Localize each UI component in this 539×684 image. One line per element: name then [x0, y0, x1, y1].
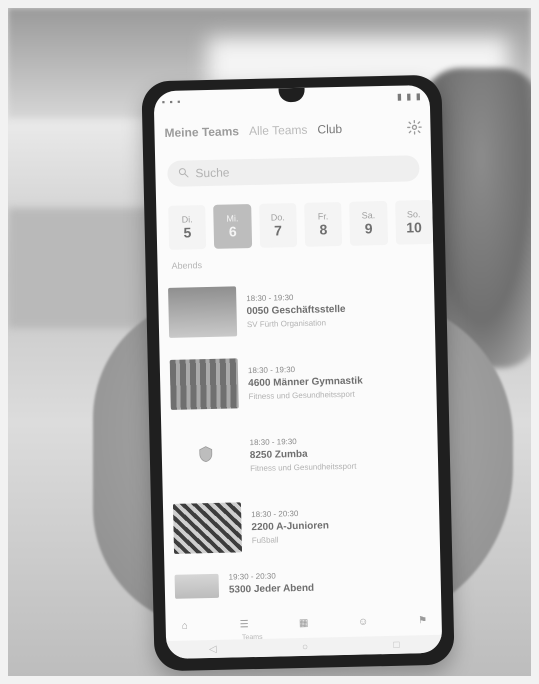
system-nav: ◁ ○ □: [166, 634, 443, 660]
date-dow: Sa.: [361, 210, 376, 221]
event-title: 8250 Zumba: [249, 448, 308, 461]
date-sat[interactable]: Sa. 9: [349, 200, 388, 246]
date-num: 7: [274, 222, 283, 239]
date-dow: Do.: [270, 212, 285, 223]
list-item[interactable]: 18:30 - 19:30 4600 Männer Gymnastik Fitn…: [169, 343, 427, 421]
status-bar: ▪ ▪ ▪ ▮ ▮ ▮: [162, 91, 422, 107]
event-title: 2200 A-Junioren: [251, 519, 330, 533]
date-dow: So.: [406, 209, 421, 220]
top-nav: Meine Teams Alle Teams Club: [164, 115, 422, 145]
tab-club[interactable]: Club: [317, 122, 342, 137]
event-meta: 19:30 - 20:30 5300 Jeder Abend: [229, 571, 315, 599]
phone: ▪ ▪ ▪ ▮ ▮ ▮ Meine Teams Alle Teams Club: [141, 74, 455, 672]
home-icon[interactable]: ⌂: [176, 616, 194, 634]
event-meta: 18:30 - 19:30 8250 Zumba Fitness und Ges…: [249, 435, 357, 473]
date-num: 5: [183, 224, 192, 241]
date-dow: Fr.: [317, 211, 329, 222]
phone-screen: ▪ ▪ ▪ ▮ ▮ ▮ Meine Teams Alle Teams Club: [153, 84, 443, 660]
tab-meine-teams[interactable]: Meine Teams: [164, 124, 239, 140]
date-wed-selected[interactable]: Mi. 6: [213, 204, 252, 249]
date-tue[interactable]: Di. 5: [168, 205, 207, 250]
event-thumbnail: [171, 430, 240, 482]
event-title: 5300 Jeder Abend: [228, 582, 315, 596]
status-right: ▮ ▮ ▮: [396, 90, 422, 102]
bottom-nav: ⌂ ☰ ▦ ☺ ⚑: [175, 607, 432, 639]
event-subtitle: Fitness und Gesundheitssport: [248, 389, 355, 401]
event-title: 0050 Geschäftsstelle: [246, 303, 346, 317]
event-time: 18:30 - 19:30: [249, 436, 297, 447]
event-thumbnail: [169, 358, 239, 410]
photo: ▪ ▪ ▪ ▮ ▮ ▮ Meine Teams Alle Teams Club: [8, 8, 531, 676]
search-placeholder: Suche: [195, 165, 230, 181]
event-thumbnail: [172, 502, 243, 554]
date-strip: Di. 5 Mi. 6 Do. 7 Fr. 8 Sa. 9 So. 10: [168, 199, 434, 254]
date-dow: Di.: [181, 214, 193, 225]
calendar-icon[interactable]: ▦: [294, 614, 312, 632]
event-meta: 18:30 - 19:30 4600 Männer Gymnastik Fitn…: [248, 363, 363, 401]
back-icon[interactable]: ◁: [209, 643, 217, 654]
status-left: ▪ ▪ ▪: [161, 96, 182, 108]
date-fri[interactable]: Fr. 8: [304, 201, 343, 247]
date-num: 6: [228, 223, 237, 240]
recents-icon[interactable]: □: [393, 639, 399, 650]
home-button-icon[interactable]: ○: [302, 641, 308, 652]
event-meta: 18:30 - 19:30 0050 Geschäftsstelle SV Fü…: [246, 291, 346, 329]
event-thumbnail: [168, 286, 238, 338]
top-nav-spacer: [352, 128, 396, 129]
date-sun[interactable]: So. 10: [394, 199, 434, 245]
search-bar[interactable]: Suche: [167, 155, 420, 187]
date-num: 8: [319, 221, 328, 238]
list-item[interactable]: 18:30 - 19:30 8250 Zumba Fitness und Ges…: [171, 415, 429, 493]
event-thumbnail: [174, 573, 220, 599]
club-icon[interactable]: ⚑: [413, 611, 431, 629]
event-time: 18:30 - 19:30: [246, 292, 294, 303]
event-meta: 18:30 - 20:30 2200 A-Junioren Fußball: [251, 508, 329, 545]
event-time: 18:30 - 20:30: [251, 508, 299, 519]
list-item[interactable]: 18:30 - 19:30 0050 Geschäftsstelle SV Fü…: [168, 271, 426, 349]
club-logo-icon: [197, 444, 216, 467]
list-item[interactable]: 19:30 - 20:30 5300 Jeder Abend: [174, 559, 431, 609]
event-subtitle: SV Fürth Organisation: [246, 317, 327, 329]
event-subtitle: Fußball: [251, 534, 279, 545]
date-num: 9: [364, 220, 373, 237]
date-dow: Mi.: [226, 213, 239, 224]
event-subtitle: Fitness und Gesundheitssport: [250, 461, 357, 473]
section-label: Abends: [171, 260, 203, 271]
event-list: 18:30 - 19:30 0050 Geschäftsstelle SV Fü…: [168, 271, 432, 613]
date-num: 10: [406, 219, 422, 236]
event-title: 4600 Männer Gymnastik: [248, 375, 363, 389]
search-icon: [177, 166, 189, 181]
person-icon[interactable]: ☺: [354, 612, 372, 630]
tab-alle-teams[interactable]: Alle Teams: [249, 123, 308, 138]
event-time: 19:30 - 20:30: [228, 571, 276, 582]
date-thu[interactable]: Do. 7: [258, 202, 298, 248]
teams-icon[interactable]: ☰: [235, 615, 253, 633]
event-time: 18:30 - 19:30: [247, 364, 296, 375]
event-subtitle: [229, 597, 314, 599]
settings-gear-icon[interactable]: [406, 119, 422, 135]
list-item[interactable]: 18:30 - 20:30 2200 A-Junioren Fußball: [172, 487, 431, 565]
